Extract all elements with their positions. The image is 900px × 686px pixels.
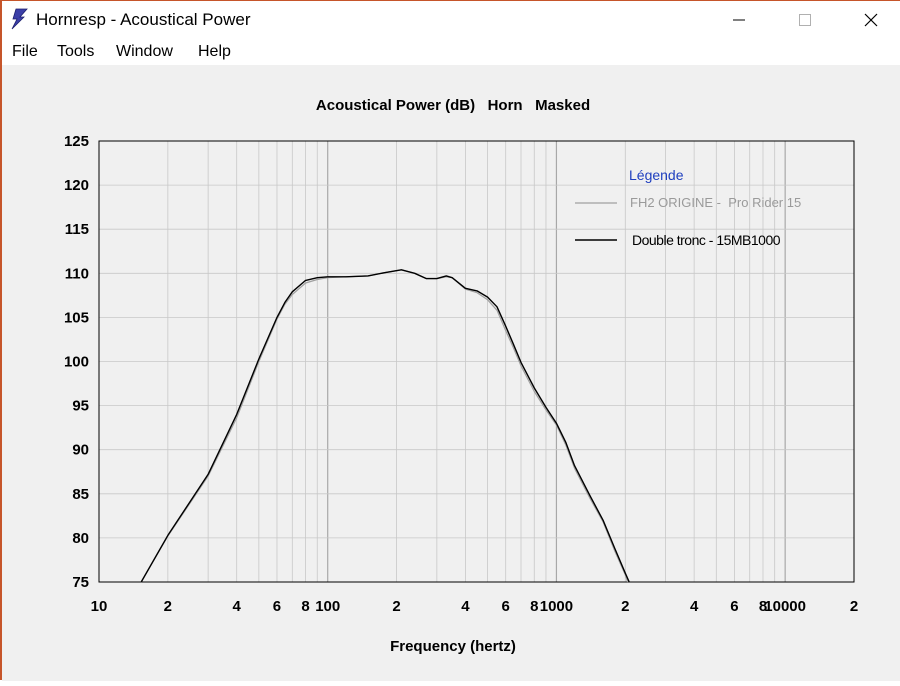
x-tick-label: 8 bbox=[301, 598, 309, 615]
y-tick-label: 90 bbox=[72, 442, 89, 459]
y-tick-label: 85 bbox=[72, 486, 89, 503]
y-tick-label: 110 bbox=[65, 265, 89, 282]
y-tick-label: 100 bbox=[64, 354, 89, 371]
x-tick-label: 4 bbox=[233, 598, 242, 615]
x-tick-label: 4 bbox=[461, 598, 470, 615]
menu-bar: File Tools Window Help bbox=[2, 39, 900, 65]
x-tick-label: 2 bbox=[850, 598, 858, 615]
legend-label-fh2: FH2 ORIGINE - Pro Rider 15 bbox=[630, 195, 801, 210]
x-tick-label: 8 bbox=[530, 598, 538, 615]
legend: Légende FH2 ORIGINE - Pro Rider 15 Doubl… bbox=[575, 167, 801, 248]
plot-area: Acoustical Power (dB) Horn Masked 75 80 85… bbox=[2, 65, 900, 681]
chart-title: Acoustical Power (dB) Horn Masked bbox=[316, 97, 590, 114]
close-icon bbox=[864, 13, 878, 27]
x-tick-label: 4 bbox=[690, 598, 699, 615]
x-tick-label: 2 bbox=[164, 598, 172, 615]
title-bar: Hornresp - Acoustical Power bbox=[2, 1, 900, 39]
y-tick-label: 120 bbox=[64, 177, 89, 194]
maximize-button[interactable] bbox=[782, 1, 828, 39]
series-line-fh2-origine bbox=[140, 269, 629, 583]
x-tick-label: 100 bbox=[315, 598, 340, 615]
menu-tools[interactable]: Tools bbox=[57, 43, 94, 61]
menu-file[interactable]: File bbox=[12, 43, 38, 61]
legend-label-double-tronc: Double tronc - 15MB1000 bbox=[632, 232, 781, 248]
x-axis-label: Frequency (hertz) bbox=[390, 638, 516, 655]
hornresp-window: Hornresp - Acoustical Power File Tools W… bbox=[0, 0, 900, 681]
x-tick-label: 6 bbox=[502, 598, 510, 615]
menu-window[interactable]: Window bbox=[116, 43, 173, 61]
y-tick-label: 80 bbox=[72, 530, 89, 547]
y-tick-label: 105 bbox=[64, 309, 89, 326]
acoustical-power-chart: Acoustical Power (dB) Horn Masked 75 80 85… bbox=[64, 97, 859, 655]
x-tick-label: 10 bbox=[91, 598, 108, 615]
x-tick-label: 2 bbox=[621, 598, 629, 615]
y-tick-label: 125 bbox=[64, 133, 89, 150]
minimize-button[interactable] bbox=[716, 1, 762, 39]
legend-title: Légende bbox=[629, 167, 684, 183]
minimize-icon bbox=[733, 19, 745, 21]
window-title: Hornresp - Acoustical Power bbox=[36, 10, 251, 29]
maximize-icon bbox=[799, 14, 811, 26]
x-tick-label: 6 bbox=[730, 598, 738, 615]
x-tick-label: 2 bbox=[392, 598, 400, 615]
x-tick-label: 6 bbox=[273, 598, 281, 615]
x-tick-label: 10000 bbox=[764, 598, 806, 615]
x-tick-label: 1000 bbox=[540, 598, 573, 615]
y-tick-label: 75 bbox=[72, 574, 89, 591]
y-tick-label: 95 bbox=[72, 398, 89, 415]
y-tick-label: 115 bbox=[65, 221, 89, 238]
hornresp-lightning-icon bbox=[11, 8, 28, 30]
menu-help[interactable]: Help bbox=[198, 43, 231, 61]
y-axis-ticks: 75 80 85 90 95 100 105 110 115 120 125 bbox=[64, 133, 89, 591]
close-button[interactable] bbox=[848, 1, 894, 39]
x-axis-ticks: 10 2 4 6 8 100 2 4 6 8 1000 2 4 6 810000 2 bbox=[91, 598, 859, 615]
